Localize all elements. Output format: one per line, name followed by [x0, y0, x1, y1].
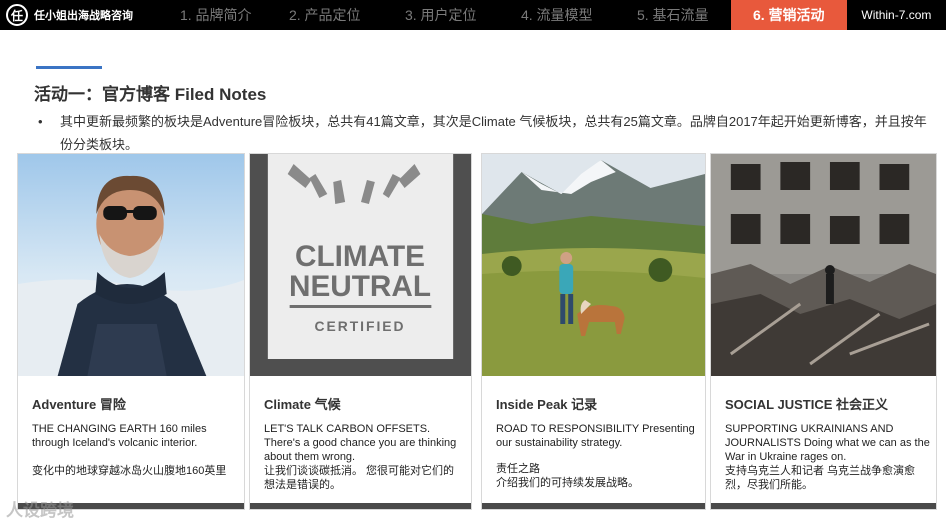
badge-text-climate: CLIMATE: [295, 240, 425, 273]
badge-text-certified: CERTIFIED: [315, 318, 406, 334]
blog-card-social-justice[interactable]: SOCIAL JUSTICE 社会正义 SUPPORTING UKRAINIAN…: [710, 153, 937, 510]
card-description: SUPPORTING UKRAINIANS AND JOURNALISTS Do…: [725, 423, 930, 463]
adventure-photo: [18, 154, 244, 376]
card-description: LET'S TALK CARBON OFFSETS. There's a goo…: [264, 423, 457, 463]
top-nav-bar: 任 任小姐出海战略咨询 1. 品牌简介 2. 产品定位 3. 用户定位 4. 流…: [0, 0, 946, 30]
blog-card-climate[interactable]: CLIMATE NEUTRAL CERTIFIED Climate 气候 LET…: [249, 153, 472, 510]
watermark: 人设跨境: [6, 501, 74, 520]
summary-text: 其中更新最频繁的板块是Adventure冒险板块，总共有41篇文章，其次是Cli…: [60, 114, 927, 152]
card-description-cn: 责任之路 介绍我们的可持续发展战略。: [496, 463, 639, 489]
destroyed-building-photo: [711, 154, 936, 376]
card-description-cn: 让我们谈谈碳抵消。 您很可能对它们的想法是错误的。: [264, 465, 455, 491]
brand-name: 任小姐出海战略咨询: [34, 10, 133, 22]
tab-cornerstone-traffic[interactable]: 5. 基石流量: [615, 0, 731, 30]
card-title: Adventure 冒险: [32, 397, 126, 412]
card-title: Inside Peak 记录: [496, 397, 598, 412]
summary-bullet: • 其中更新最频繁的板块是Adventure冒险板块，总共有41篇文章，其次是C…: [38, 110, 928, 156]
tab-traffic-model[interactable]: 4. 流量模型: [499, 0, 615, 30]
brand[interactable]: 任 任小姐出海战略咨询: [0, 0, 159, 30]
tab-user-positioning[interactable]: 3. 用户定位: [383, 0, 499, 30]
page-title: 活动一：官方博客 Filed Notes: [34, 85, 267, 104]
badge-text-neutral: NEUTRAL: [289, 270, 431, 303]
tab-product-positioning[interactable]: 2. 产品定位: [267, 0, 383, 30]
bullet-marker: •: [38, 114, 43, 129]
brand-logo-icon: 任: [6, 4, 28, 26]
section-tabs: 1. 品牌简介 2. 产品定位 3. 用户定位 4. 流量模型 5. 基石流量 …: [159, 0, 847, 30]
heading-accent-line: [36, 66, 102, 69]
tab-marketing-activities[interactable]: 6. 营销活动: [730, 0, 847, 30]
card-description: THE CHANGING EARTH 160 miles through Ice…: [32, 423, 207, 449]
card-title: Climate 气候: [264, 397, 341, 412]
site-link[interactable]: Within-7.com: [847, 8, 946, 22]
climate-neutral-badge: CLIMATE NEUTRAL CERTIFIED: [250, 154, 471, 376]
tab-brand-intro[interactable]: 1. 品牌简介: [165, 0, 267, 30]
card-footer-bar: [250, 503, 471, 509]
mountain-meadow-photo: [482, 154, 705, 376]
blog-card-inside-peak[interactable]: Inside Peak 记录 ROAD TO RESPONSIBILITY Pr…: [481, 153, 706, 510]
card-footer-bar: [711, 503, 936, 509]
card-description: ROAD TO RESPONSIBILITY Presenting our su…: [496, 423, 695, 449]
card-description-cn: 支持乌克兰人和记者 乌克兰战争愈演愈烈，尽我们所能。: [725, 465, 916, 491]
card-description-cn: 变化中的地球穿越冰岛火山腹地160英里: [32, 465, 227, 477]
blog-card-adventure[interactable]: Adventure 冒险 THE CHANGING EARTH 160 mile…: [17, 153, 245, 510]
card-footer-bar: [482, 503, 705, 509]
card-title: SOCIAL JUSTICE 社会正义: [725, 397, 889, 412]
